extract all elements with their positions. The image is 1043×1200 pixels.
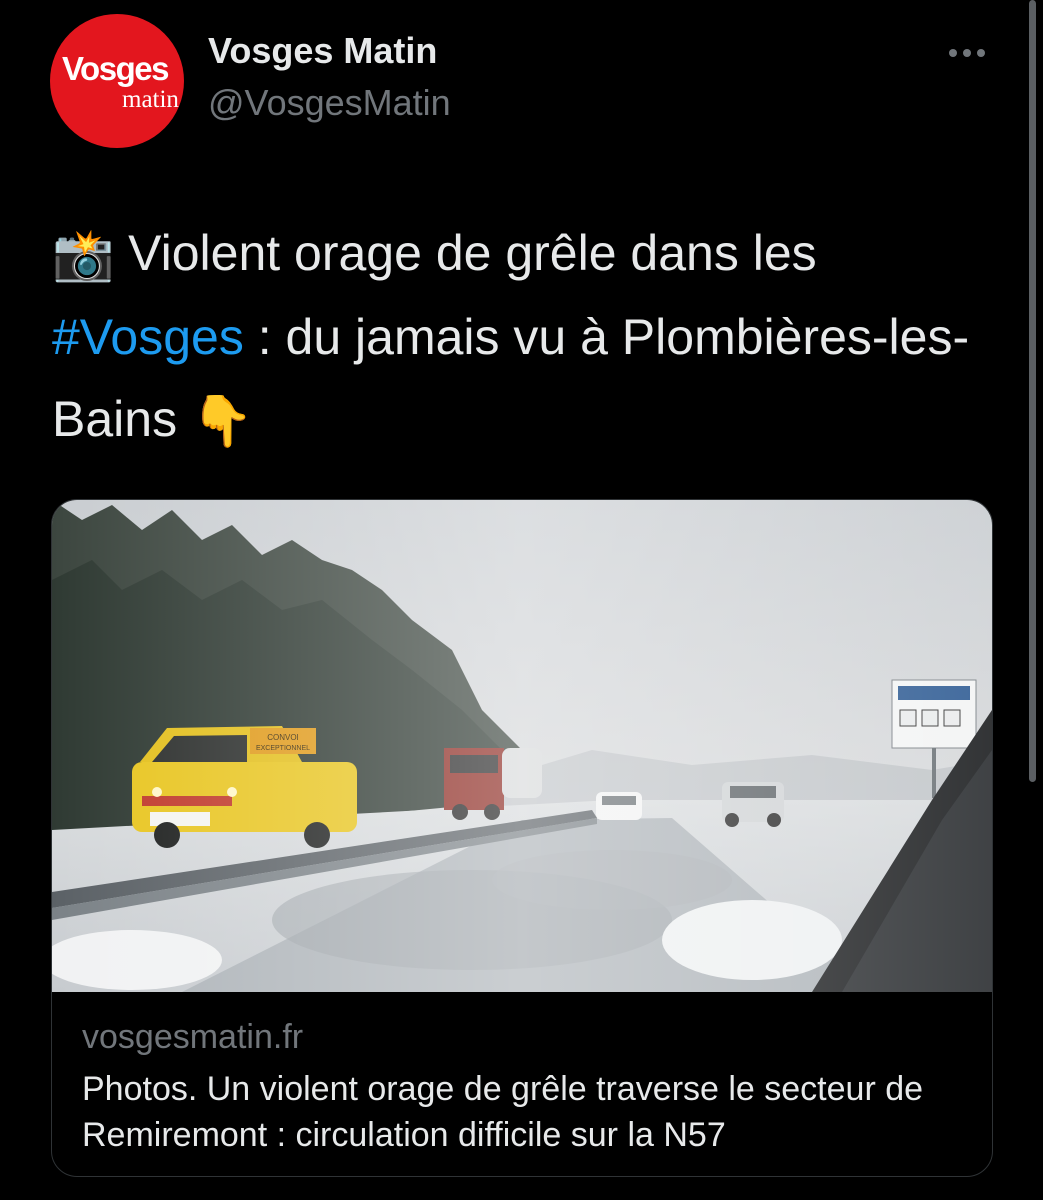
tweet-text-part-1: Violent orage de grêle dans les [128,225,817,281]
more-horizontal-icon [949,49,985,57]
camera-flash-emoji-icon: 📸 [52,227,115,283]
hashtag-link[interactable]: #Vosges [52,309,244,365]
avatar-logo-subtext: matin [122,86,179,113]
author-display-name[interactable]: Vosges Matin [208,30,437,72]
avatar-logo-text: Vosges [62,50,169,87]
author-handle[interactable]: @VosgesMatin [208,82,451,124]
more-options-button[interactable] [944,30,990,76]
tweet-text: 📸 Violent orage de grêle dans les #Vosge… [52,212,982,462]
scrollbar-thumb[interactable] [1029,0,1036,782]
card-photo-image: CONVOI EXCEPTIONNEL [52,500,992,992]
link-preview-card[interactable]: CONVOI EXCEPTIONNEL [51,499,993,1177]
card-domain: vosgesmatin.fr [82,1018,304,1056]
card-title: Photos. Un violent orage de grêle traver… [82,1070,924,1154]
pointing-down-emoji-icon: 👇 [190,393,254,449]
author-avatar[interactable]: Vosges matin [50,14,184,148]
